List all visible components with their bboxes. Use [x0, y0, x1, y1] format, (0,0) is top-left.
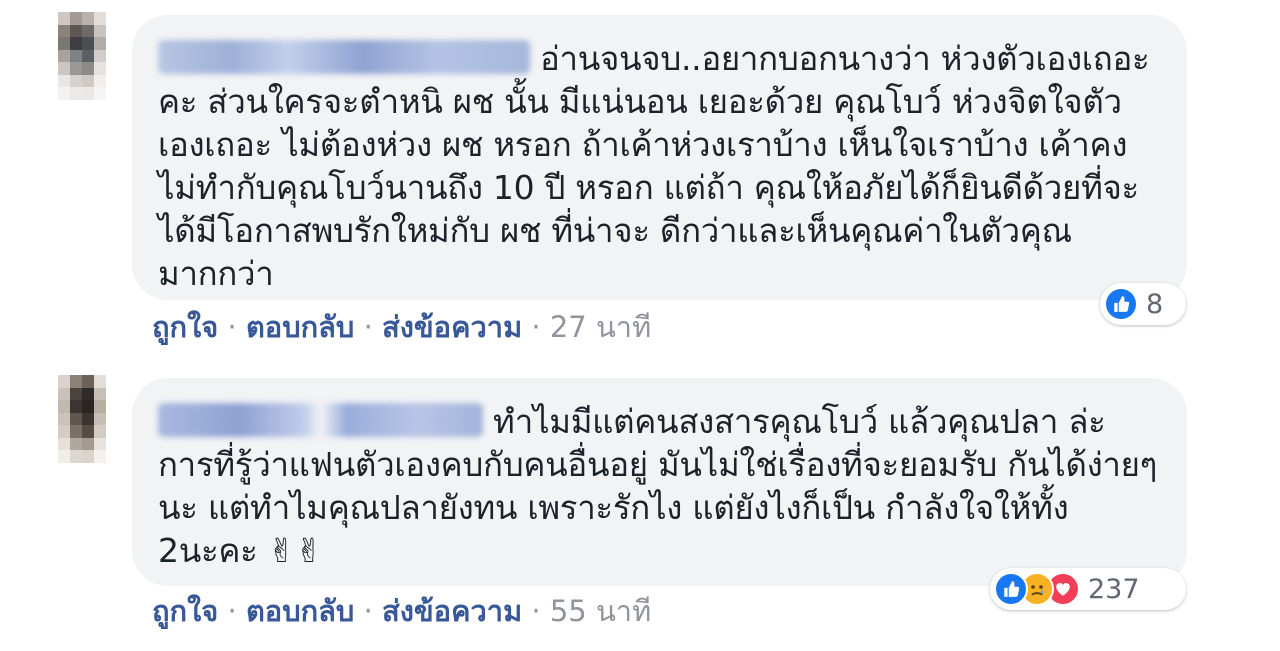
- like-link[interactable]: ถูกใจ: [152, 310, 218, 344]
- reaction-count: 237: [1088, 573, 1140, 605]
- message-link[interactable]: ส่งข้อความ: [382, 594, 522, 628]
- like-icon: [994, 572, 1028, 606]
- reaction-summary[interactable]: 237: [990, 568, 1186, 610]
- reaction-count: 8: [1146, 288, 1164, 320]
- like-link[interactable]: ถูกใจ: [152, 594, 218, 628]
- message-link[interactable]: ส่งข้อความ: [382, 310, 522, 344]
- separator: ·: [363, 594, 373, 628]
- comment-text: อ่านจนจบ..อยากบอกนางว่า ห่วงตัวเองเถอะคะ…: [158, 39, 1150, 293]
- separator: ·: [227, 310, 237, 344]
- avatar[interactable]: [58, 12, 106, 100]
- author-name-blurred[interactable]: [158, 403, 483, 437]
- separator: ·: [531, 594, 541, 628]
- comment-actions: ถูกใจ · ตอบกลับ · ส่งข้อความ · 27 นาที: [152, 310, 651, 344]
- like-icon: [1104, 287, 1138, 321]
- reaction-summary[interactable]: 8: [1100, 283, 1186, 325]
- comment-body: อ่านจนจบ..อยากบอกนางว่า ห่วงตัวเองเถอะคะ…: [158, 37, 1161, 295]
- separator: ·: [363, 310, 373, 344]
- separator: ·: [531, 310, 541, 344]
- comment-bubble: ทำไมมีแต่คนสงสารคุณโบว์ แล้วคุณปลา ล่ะ ก…: [132, 378, 1187, 586]
- reply-link[interactable]: ตอบกลับ: [246, 594, 354, 628]
- comment-body: ทำไมมีแต่คนสงสารคุณโบว์ แล้วคุณปลา ล่ะ ก…: [158, 400, 1161, 572]
- reply-link[interactable]: ตอบกลับ: [246, 310, 354, 344]
- timestamp[interactable]: 55 นาที: [550, 594, 651, 628]
- avatar[interactable]: [58, 375, 106, 463]
- separator: ·: [227, 594, 237, 628]
- timestamp[interactable]: 27 นาที: [550, 310, 651, 344]
- comment-bubble: อ่านจนจบ..อยากบอกนางว่า ห่วงตัวเองเถอะคะ…: [132, 15, 1187, 300]
- comment-actions: ถูกใจ · ตอบกลับ · ส่งข้อความ · 55 นาที: [152, 594, 651, 628]
- author-name-blurred[interactable]: [158, 40, 530, 74]
